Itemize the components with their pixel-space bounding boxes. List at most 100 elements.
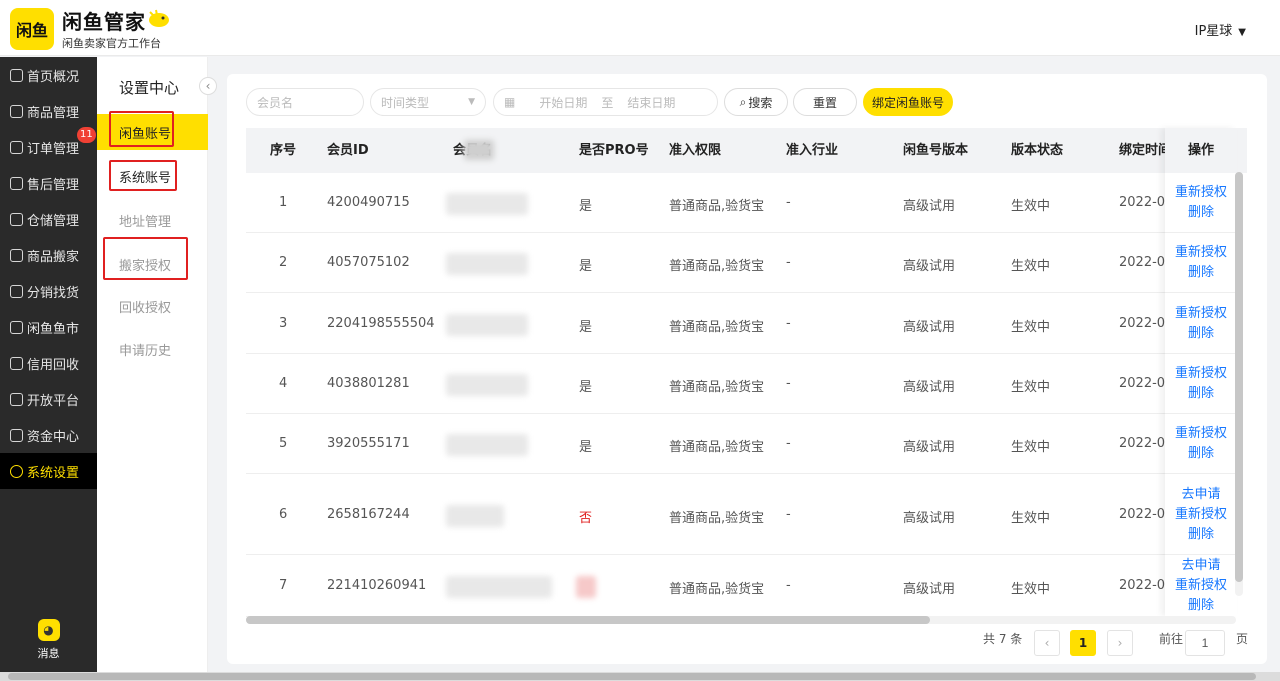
subnav-item-4[interactable]: 回收授权 (97, 288, 208, 324)
delete-link[interactable]: 删除 (1165, 525, 1237, 545)
subnav-title: 设置中心 (119, 79, 180, 97)
reauthorize-link[interactable]: 重新授权 (1165, 243, 1237, 263)
sidebar-item-label: 商品管理 (27, 105, 80, 121)
reauthorize-link[interactable]: 重新授权 (1165, 424, 1237, 444)
user-menu[interactable]: IP星球 ▼ (1195, 20, 1246, 39)
time-type-select[interactable]: 时间类型 ▼ (370, 88, 486, 116)
table-row[interactable]: 4 4038801281 是普通商品,验货宝 - 高级试用 生效中 2022-03 (246, 354, 1173, 414)
cell-member-id: 4200490715 (327, 195, 410, 210)
delete-link[interactable]: 删除 (1165, 203, 1237, 223)
market-icon (10, 320, 23, 334)
messages-button[interactable]: ◕ 消息 (0, 619, 97, 661)
table-row[interactable]: 1 4200490715 是普通商品,验货宝 - 高级试用 生效中 2022-04 (246, 173, 1173, 233)
table-row[interactable]: 6 2658167244 否普通商品,验货宝 - 高级试用 生效中 2022-04 (246, 474, 1173, 555)
sidebar-item-5[interactable]: 商品搬家 (0, 237, 97, 273)
member-name-input[interactable]: 会员名 (246, 88, 364, 116)
chevron-down-icon: ▼ (468, 97, 475, 107)
sidebar-item-10[interactable]: 资金中心 (0, 417, 97, 453)
reauthorize-link[interactable]: 重新授权 (1165, 183, 1237, 203)
ops-cell: 重新授权 删除 (1165, 414, 1237, 474)
reauthorize-link[interactable]: 重新授权 (1165, 505, 1237, 525)
goto-label: 前往 (1159, 632, 1184, 646)
table-row[interactable]: 3 2204198555504 是普通商品,验货宝 - 高级试用 生效中 2022-03 (246, 293, 1173, 354)
cell-pro: 是 (579, 199, 593, 214)
collapse-chevron-icon[interactable]: ‹ (199, 77, 217, 95)
recycle-icon (10, 356, 23, 370)
apply-link[interactable]: 去申请 (1165, 485, 1237, 505)
sidebar-item-label: 开放平台 (27, 393, 80, 409)
goto-page-input[interactable] (1185, 630, 1225, 656)
aftersale-icon (10, 176, 23, 190)
cell-pro: 是 (579, 320, 593, 335)
cell-member-id: 2658167244 (327, 507, 410, 522)
ops-cell: 重新授权 删除 (1165, 173, 1237, 233)
content-card: 会员名 时间类型 ▼ ▦ 开始日期 至 结束日期 ⌕ 搜索 重置 绑定闲鱼账号 序号… (227, 74, 1267, 664)
column-header-4: 准入权限 (669, 143, 722, 158)
message-icon: ◕ (37, 619, 60, 641)
cell-index: 5 (279, 436, 288, 451)
table-row[interactable]: 7 221410260941 普通商品,验货宝 - 高级试用 生效中 2022-05 (246, 555, 1173, 617)
move-icon (10, 248, 23, 262)
table-row[interactable]: 2 4057075102 是普通商品,验货宝 - 高级试用 生效中 2022-04 (246, 233, 1173, 293)
sidebar-item-1[interactable]: 商品管理 (0, 93, 97, 129)
ops-cell: 去申请 重新授权 删除 (1165, 474, 1237, 555)
sidebar-item-6[interactable]: 分销找货 (0, 273, 97, 309)
page-horizontal-scrollbar[interactable] (0, 672, 1280, 681)
subnav-item-1[interactable]: 系统账号 (97, 158, 208, 194)
delete-link[interactable]: 删除 (1165, 384, 1237, 404)
sidebar-item-4[interactable]: 仓储管理 (0, 201, 97, 237)
distribution-icon (10, 284, 23, 298)
redacted-member-name (446, 253, 528, 275)
sidebar-item-7[interactable]: 闲鱼鱼市 (0, 309, 97, 345)
delete-link[interactable]: 删除 (1165, 596, 1237, 616)
reset-button[interactable]: 重置 (793, 88, 857, 116)
sidebar-item-3[interactable]: 售后管理 (0, 165, 97, 201)
open-platform-icon (10, 392, 23, 406)
subnav-item-3[interactable]: 搬家授权 (97, 246, 208, 282)
next-page-button[interactable]: › (1107, 630, 1133, 656)
delete-link[interactable]: 删除 (1165, 263, 1237, 283)
horizontal-scroll-thumb[interactable] (246, 616, 930, 624)
warehouse-icon (10, 212, 23, 226)
main-sidebar: 首页概况商品管理订单管理 11 售后管理仓储管理 商品搬家 分销找货 闲鱼鱼市 信用回收开放… (0, 57, 97, 681)
sidebar-item-label: 售后管理 (27, 177, 80, 193)
cell-index: 7 (279, 578, 288, 593)
table-vertical-scrollbar[interactable] (1235, 172, 1243, 596)
delete-link[interactable]: 删除 (1165, 444, 1237, 464)
column-header-3: 是否PRO号 (579, 143, 649, 158)
reauthorize-link[interactable]: 重新授权 (1165, 364, 1237, 384)
date-range-picker[interactable]: ▦ 开始日期 至 结束日期 (493, 88, 718, 116)
top-header: 闲鱼 闲鱼管家 闲鱼卖家官方工作台 IP星球 ▼ (0, 0, 1280, 56)
subnav-item-5[interactable]: 申请历史 (97, 331, 208, 367)
reauthorize-link[interactable]: 重新授权 (1165, 304, 1237, 324)
search-button-label: 搜索 (748, 95, 773, 110)
table-horizontal-scrollbar[interactable] (246, 616, 1236, 624)
bind-xianyu-account-button[interactable]: 绑定闲鱼账号 (863, 88, 953, 116)
subnav-item-2[interactable]: 地址管理 (97, 202, 208, 238)
page-unit-label: 页 (1236, 632, 1249, 646)
ops-cell: 重新授权 删除 (1165, 293, 1237, 354)
redacted-member-name (446, 576, 552, 598)
apply-link[interactable]: 去申请 (1165, 556, 1237, 576)
ops-column: 操作 重新授权 删除 重新授权 删除 重新授权 删除 重新授权 删除 重新授权 删除 去申请 重新授权… (1165, 128, 1237, 616)
sidebar-item-0[interactable]: 首页概况 (0, 57, 97, 93)
sidebar-item-9[interactable]: 开放平台 (0, 381, 97, 417)
cell-index: 1 (279, 195, 288, 210)
vertical-scroll-thumb[interactable] (1235, 172, 1243, 582)
sidebar-item-8[interactable]: 信用回收 (0, 345, 97, 381)
reauthorize-link[interactable]: 重新授权 (1165, 576, 1237, 596)
prev-page-button[interactable]: ‹ (1034, 630, 1060, 656)
search-button[interactable]: ⌕ 搜索 (724, 88, 788, 116)
app-logo[interactable]: 闲鱼 (10, 8, 54, 50)
cell-permission: 普通商品,验货宝 (669, 199, 765, 214)
page-1-button[interactable]: 1 (1070, 630, 1096, 656)
order-count-badge: 11 (77, 127, 96, 143)
subnav-item-0[interactable]: 闲鱼账号 (97, 114, 208, 150)
page-scroll-thumb[interactable] (8, 673, 1256, 680)
settings-icon (10, 464, 23, 478)
delete-link[interactable]: 删除 (1165, 324, 1237, 344)
table-row[interactable]: 5 3920555171 是普通商品,验货宝 - 高级试用 生效中 2022-03 (246, 414, 1173, 474)
sidebar-item-11[interactable]: 系统设置 (0, 453, 97, 489)
member-name-placeholder: 会员名 (257, 95, 294, 110)
sidebar-item-2[interactable]: 订单管理 11 (0, 127, 97, 165)
